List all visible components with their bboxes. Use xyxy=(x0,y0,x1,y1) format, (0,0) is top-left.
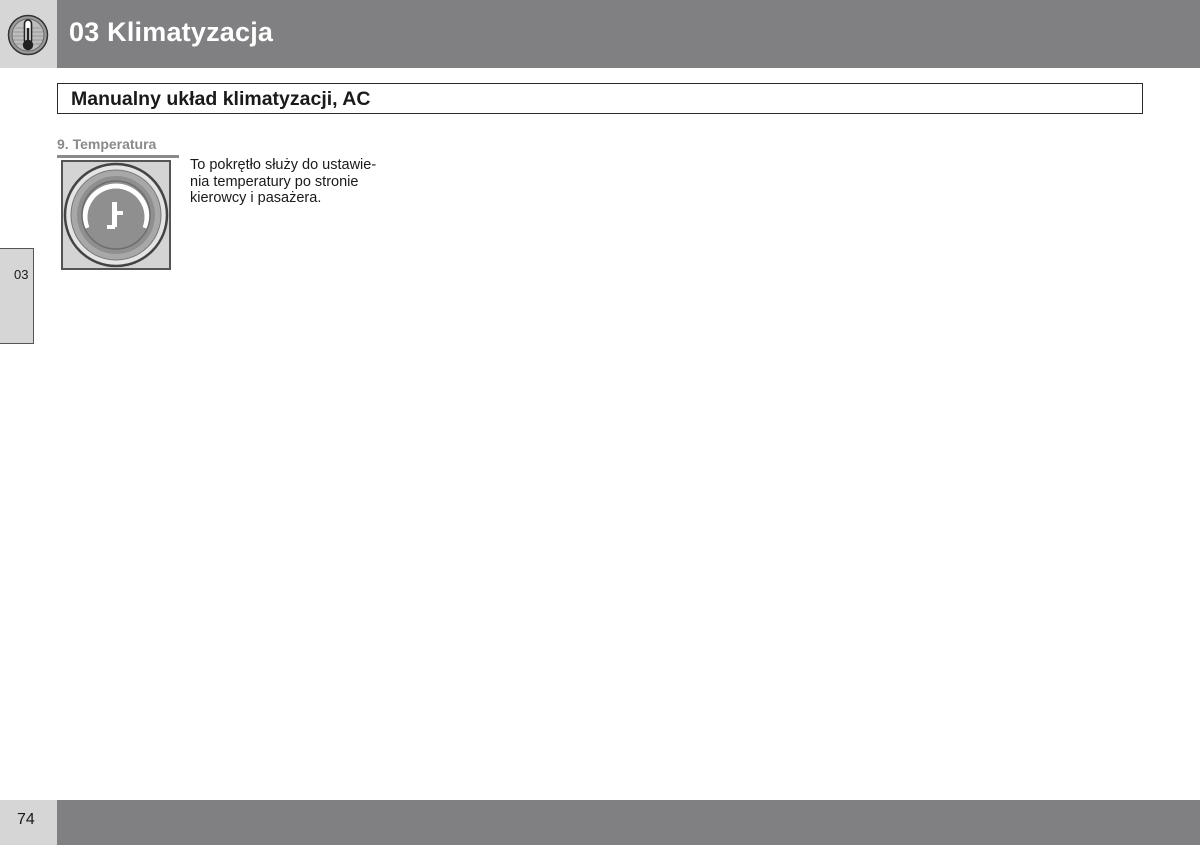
chapter-title: 03 Klimatyzacja xyxy=(69,17,274,47)
description-line: kierowcy i pasażera. xyxy=(190,190,322,206)
section-title: Manualny układ klimatyzacji, AC xyxy=(71,88,371,110)
subsection-underline xyxy=(57,155,179,158)
subsection-description: To pokrętło służy do ustawie- nia temper… xyxy=(190,157,410,207)
chapter-icon-box xyxy=(0,0,57,68)
subsection-heading: 9. Temperatura xyxy=(57,136,157,152)
thermometer-icon xyxy=(7,14,49,56)
description-line: To pokrętło służy do ustawie- xyxy=(190,157,377,173)
chapter-side-tab-label: 03 xyxy=(14,267,29,282)
temperature-knob-icon xyxy=(63,162,169,268)
description-line: nia temperatury po stronie xyxy=(190,173,359,190)
header-bar: 03 Klimatyzacja xyxy=(0,0,1200,68)
page-number-box: 74 xyxy=(0,800,57,845)
footer-bar: 74 xyxy=(0,800,1200,845)
chapter-side-tab: 03 xyxy=(0,248,34,344)
temperature-knob-image xyxy=(61,160,171,270)
page-number: 74 xyxy=(17,811,35,828)
section-title-box: Manualny układ klimatyzacji, AC xyxy=(57,83,1143,114)
